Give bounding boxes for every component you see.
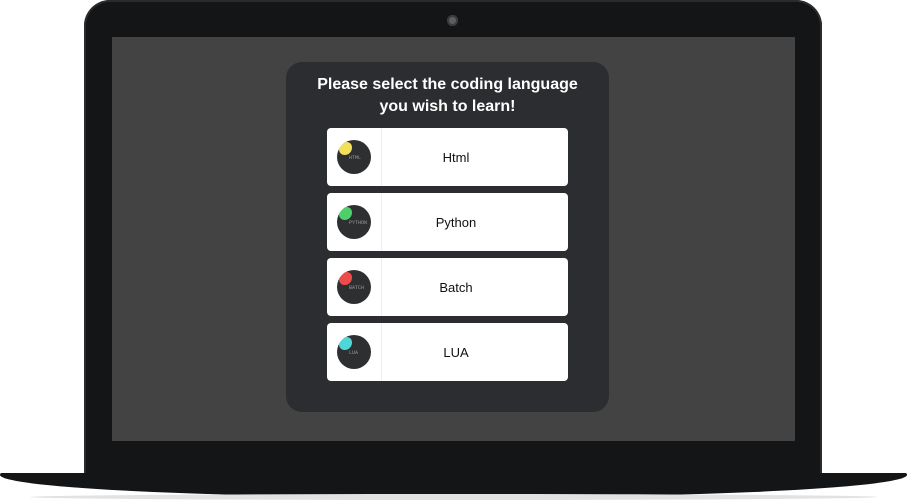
batch-icon-text: BATCH [349,285,365,291]
html-icon-text: HTML [349,155,362,161]
html-icon: HTML [337,140,371,174]
language-selection-card: Please select the coding language you wi… [286,62,609,412]
python-icon-text: PYTHON [349,220,368,226]
batch-icon: BATCH [337,270,371,304]
option-html-button[interactable]: HTML Html [327,128,568,186]
option-lua-button[interactable]: LUA LUA [327,323,568,381]
laptop-shadow [30,494,877,500]
lua-icon: LUA [337,335,371,369]
webcam-icon [447,15,458,26]
python-icon: PYTHON [337,205,371,239]
option-python-button[interactable]: PYTHON Python [327,193,568,251]
prompt-line-1: Please select the coding language [317,76,578,93]
option-label: Html [442,149,470,165]
prompt-line-2: you wish to learn! [379,98,516,115]
lua-icon-text: LUA [349,350,359,356]
option-batch-button[interactable]: BATCH Batch [327,258,568,316]
option-label: LUA [443,344,469,360]
option-label: Python [435,214,477,230]
page-title: Please select the coding language you wi… [286,74,609,118]
option-label: Batch [439,279,473,295]
